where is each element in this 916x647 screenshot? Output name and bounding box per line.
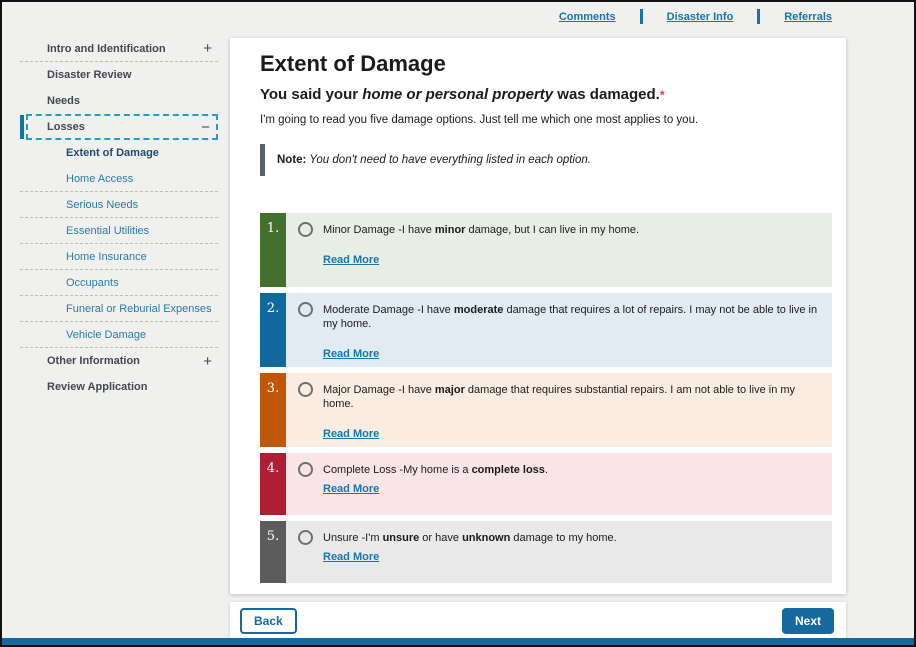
sidebar-subitem-home-access[interactable]: Home Access xyxy=(20,166,218,192)
option-row-unsure: 5. Unsure -I'm unsure or have unknown da… xyxy=(260,521,832,583)
radio-button-complete-loss[interactable] xyxy=(298,462,313,477)
sidebar-item-label: Losses xyxy=(47,121,85,133)
nav-separator xyxy=(640,9,643,24)
note-label: Note: xyxy=(277,154,306,166)
read-more-link[interactable]: Read More xyxy=(323,348,379,360)
radio-button-major-damage[interactable] xyxy=(298,382,313,397)
note-text: You don't need to have everything listed… xyxy=(306,154,591,166)
radio-button-unsure[interactable] xyxy=(298,530,313,545)
damage-options-list: 1. Minor Damage -I have minor damage, bu… xyxy=(260,213,832,583)
option-content: Minor Damage -I have minor damage, but I… xyxy=(286,213,832,287)
sidebar-subitem-label: Vehicle Damage xyxy=(66,329,146,341)
sidebar-subitem-label: Home Access xyxy=(66,173,133,185)
note-box: Note: You don't need to have everything … xyxy=(260,144,832,176)
option-label: Major Damage -I have major damage that r… xyxy=(323,383,818,411)
read-more-link[interactable]: Read More xyxy=(323,254,379,266)
sidebar-item-label: Intro and Identification xyxy=(47,43,166,55)
nav-separator xyxy=(757,9,760,24)
option-number-badge: 5. xyxy=(260,521,286,583)
main-content-card: Extent of Damage You said your home or p… xyxy=(230,38,846,594)
back-button[interactable]: Back xyxy=(240,608,297,634)
sidebar-subitem-serious-needs[interactable]: Serious Needs xyxy=(20,192,218,218)
sidebar-subitem-essential-utilities[interactable]: Essential Utilities xyxy=(20,218,218,244)
read-more-link[interactable]: Read More xyxy=(323,483,379,495)
sidebar-item-intro-and-identification[interactable]: Intro and Identification + xyxy=(20,36,218,62)
active-section-bar xyxy=(20,115,24,139)
nav-link-referrals[interactable]: Referrals xyxy=(784,11,832,23)
sidebar-item-disaster-review[interactable]: Disaster Review xyxy=(20,62,218,88)
required-asterisk: * xyxy=(660,88,665,102)
top-nav: Comments Disaster Info Referrals xyxy=(559,9,832,24)
option-row-minor-damage: 1. Minor Damage -I have minor damage, bu… xyxy=(260,213,832,287)
sidebar-subitem-label: Home Insurance xyxy=(66,251,147,263)
collapse-icon[interactable]: − xyxy=(201,120,210,135)
sidebar-subitem-label: Occupants xyxy=(66,277,119,289)
sidebar-item-label: Other Information xyxy=(47,355,140,367)
sidebar-subitem-occupants[interactable]: Occupants xyxy=(20,270,218,296)
sidebar-item-label: Disaster Review xyxy=(47,69,131,81)
option-number-badge: 3. xyxy=(260,373,286,447)
footer-action-bar: Back Next xyxy=(230,602,846,639)
option-number-badge: 2. xyxy=(260,293,286,367)
nav-link-disaster-info[interactable]: Disaster Info xyxy=(667,11,734,23)
question-subtitle: You said your home or personal property … xyxy=(260,86,832,103)
read-more-link[interactable]: Read More xyxy=(323,428,379,440)
radio-button-minor-damage[interactable] xyxy=(298,222,313,237)
sidebar-item-label: Needs xyxy=(47,95,80,107)
option-content: Unsure -I'm unsure or have unknown damag… xyxy=(286,521,832,583)
expand-icon[interactable]: + xyxy=(203,354,212,369)
option-number-badge: 4. xyxy=(260,453,286,515)
option-row-complete-loss: 4. Complete Loss -My home is a complete … xyxy=(260,453,832,515)
sidebar-item-other-information[interactable]: Other Information + xyxy=(20,348,218,374)
sidebar-item-needs[interactable]: Needs xyxy=(20,88,218,114)
option-label: Complete Loss -My home is a complete los… xyxy=(323,463,548,477)
sidebar-item-label: Review Application xyxy=(47,381,147,393)
sidebar-subitem-extent-of-damage[interactable]: Extent of Damage xyxy=(20,140,218,166)
sidebar-subitem-label: Essential Utilities xyxy=(66,225,149,237)
option-label: Unsure -I'm unsure or have unknown damag… xyxy=(323,531,617,545)
nav-link-comments[interactable]: Comments xyxy=(559,11,616,23)
next-button[interactable]: Next xyxy=(782,608,834,634)
option-row-major-damage: 3. Major Damage -I have major damage tha… xyxy=(260,373,832,447)
sidebar-subitem-home-insurance[interactable]: Home Insurance xyxy=(20,244,218,270)
option-content: Complete Loss -My home is a complete los… xyxy=(286,453,832,515)
option-label: Moderate Damage -I have moderate damage … xyxy=(323,303,818,331)
expand-icon[interactable]: + xyxy=(203,41,212,56)
sidebar-subitem-label: Serious Needs xyxy=(66,199,138,211)
page-title: Extent of Damage xyxy=(260,50,832,77)
option-label: Minor Damage -I have minor damage, but I… xyxy=(323,223,639,237)
sidebar-item-losses[interactable]: Losses − xyxy=(26,114,218,140)
subtitle-text: You said your xyxy=(260,86,362,103)
intro-text: I'm going to read you five damage option… xyxy=(260,114,832,126)
sidebar-nav: Intro and Identification + Disaster Revi… xyxy=(20,36,218,400)
subtitle-text: was damaged. xyxy=(553,86,660,103)
option-content: Moderate Damage -I have moderate damage … xyxy=(286,293,832,367)
sidebar-subitem-label: Extent of Damage xyxy=(66,147,159,159)
radio-button-moderate-damage[interactable] xyxy=(298,302,313,317)
option-number-badge: 1. xyxy=(260,213,286,287)
option-content: Major Damage -I have major damage that r… xyxy=(286,373,832,447)
option-row-moderate-damage: 2. Moderate Damage -I have moderate dama… xyxy=(260,293,832,367)
sidebar-item-review-application[interactable]: Review Application xyxy=(20,374,218,400)
bottom-accent-bar xyxy=(2,638,914,645)
subtitle-italic-text: home or personal property xyxy=(362,86,553,103)
read-more-link[interactable]: Read More xyxy=(323,551,379,563)
sidebar-subitem-vehicle-damage[interactable]: Vehicle Damage xyxy=(20,322,218,348)
sidebar-subitem-label: Funeral or Reburial Expenses xyxy=(66,303,212,315)
sidebar-subitem-funeral-or-reburial-expenses[interactable]: Funeral or Reburial Expenses xyxy=(20,296,218,322)
sidebar-item-losses-wrap: Losses − xyxy=(20,114,218,140)
application-window: Comments Disaster Info Referrals Intro a… xyxy=(0,0,916,647)
